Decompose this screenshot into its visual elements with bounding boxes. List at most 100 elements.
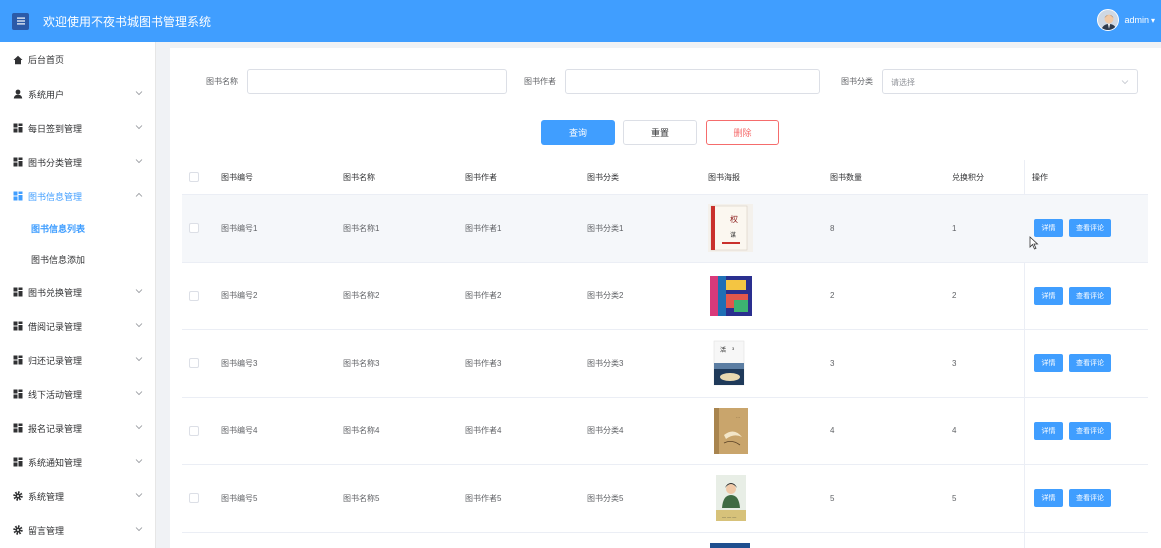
cell-book-quantity: 8 <box>830 223 835 233</box>
row-checkbox[interactable] <box>189 425 199 436</box>
chevron-down-icon <box>135 527 143 532</box>
chevron-down-icon <box>1121 80 1129 85</box>
sidebar-subitem-book-list[interactable]: 图书信息列表 <box>0 213 155 244</box>
menu-toggle-button[interactable] <box>12 12 29 30</box>
table-row[interactable]: 图书编号1 图书名称1 图书作者1 图书分类1 权 谋 8 1 详情 查看评论 <box>182 195 1148 263</box>
book-cover-4-icon: ··· <box>708 406 753 455</box>
sidebar-item-offline-events[interactable]: 线下活动管理 <box>0 377 155 411</box>
sidebar-item-label: 报名记录管理 <box>28 423 83 434</box>
view-comments-button[interactable]: 查看评论 <box>1069 489 1111 508</box>
sidebar-item-system-management[interactable]: 系统管理 <box>0 479 155 513</box>
row-checkbox[interactable] <box>189 290 199 301</box>
detail-button[interactable]: 详情 <box>1034 286 1063 305</box>
grid-icon <box>13 423 23 433</box>
cell-book-author: 图书作者2 <box>465 291 502 301</box>
user-menu[interactable]: admin ▾ <box>1097 9 1155 31</box>
cell-book-author: 图书作者5 <box>465 493 502 503</box>
book-category-select[interactable]: 请选择 <box>882 69 1138 94</box>
book-category-label: 图书分类 <box>841 77 873 86</box>
row-checkbox[interactable] <box>189 493 199 504</box>
sidebar-item-book-info[interactable]: 图书信息管理 <box>0 179 155 213</box>
sidebar-item-label: 系统管理 <box>28 491 65 502</box>
cell-book-code: 图书编号3 <box>221 358 258 368</box>
book-poster-image[interactable]: ··· <box>708 406 753 455</box>
sidebar-item-system-notice[interactable]: 系统通知管理 <box>0 445 155 479</box>
sidebar-item-home[interactable]: 后台首页 <box>0 42 155 77</box>
sidebar: 后台首页 系统用户 每日签到管理 图书分类管理 图书信息管理 图书信息列表 图书… <box>0 42 156 548</box>
sidebar-item-borrow-records[interactable]: 借阅记录管理 <box>0 309 155 343</box>
cell-book-code: 图书编号1 <box>221 223 258 233</box>
book-author-input[interactable] <box>565 69 820 94</box>
book-poster-image[interactable]: 权 谋 <box>708 204 753 253</box>
category-select-placeholder: 请选择 <box>891 78 915 87</box>
view-comments-button[interactable]: 查看评论 <box>1069 219 1111 238</box>
chevron-down-icon <box>135 391 143 396</box>
view-comments-button[interactable]: 查看评论 <box>1069 421 1111 440</box>
mouse-cursor-icon <box>1029 236 1039 250</box>
top-bar: 欢迎使用不夜书城图书管理系统 admin ▾ <box>0 0 1161 42</box>
grid-icon <box>13 123 23 133</box>
home-icon <box>13 55 23 65</box>
cell-book-author: 图书作者1 <box>465 223 502 233</box>
book-poster-image[interactable] <box>710 542 750 548</box>
cell-exchange-points: 5 <box>952 493 957 503</box>
sidebar-subitem-book-add[interactable]: 图书信息添加 <box>0 244 155 275</box>
chevron-down-icon <box>135 91 143 96</box>
username[interactable]: admin <box>1124 15 1149 25</box>
header-book-category: 图书分类 <box>587 172 619 182</box>
header-book-name: 图书名称 <box>343 172 375 182</box>
sidebar-item-system-users[interactable]: 系统用户 <box>0 77 155 111</box>
cell-book-category: 图书分类5 <box>587 493 624 503</box>
book-name-input[interactable] <box>247 69 507 94</box>
action-buttons: 查询 重置 删除 <box>170 120 1161 145</box>
sidebar-item-daily-checkin[interactable]: 每日签到管理 <box>0 111 155 145</box>
book-poster-image[interactable]: — — — <box>708 474 753 523</box>
book-poster-image[interactable] <box>708 271 753 320</box>
sidebar-item-book-category[interactable]: 图书分类管理 <box>0 145 155 179</box>
detail-button[interactable]: 详情 <box>1034 354 1063 373</box>
grid-icon <box>13 355 23 365</box>
grid-icon <box>13 287 23 297</box>
book-poster-image[interactable]: 活 3 <box>708 339 753 388</box>
sidebar-item-book-exchange[interactable]: 图书兑换管理 <box>0 275 155 309</box>
query-button[interactable]: 查询 <box>541 120 615 145</box>
chevron-down-icon <box>135 289 143 294</box>
grid-icon <box>13 191 23 201</box>
cell-book-quantity: 2 <box>830 291 835 301</box>
table-row[interactable]: 图书编号2 图书名称2 图书作者2 图书分类2 2 2 详情 查看评论 <box>182 263 1148 330</box>
table-row[interactable]: 图书编号4 图书名称4 图书作者4 图书分类4 ··· 4 4 详情 查看评论 <box>182 398 1148 465</box>
app-title: 欢迎使用不夜书城图书管理系统 <box>43 14 212 29</box>
row-checkbox[interactable] <box>189 223 199 234</box>
delete-button[interactable]: 删除 <box>706 120 779 145</box>
row-checkbox[interactable] <box>189 358 199 369</box>
sidebar-item-messages[interactable]: 留言管理 <box>0 513 155 547</box>
reset-button[interactable]: 重置 <box>623 120 697 145</box>
svg-text:活: 活 <box>720 346 726 354</box>
cell-book-quantity: 3 <box>830 358 835 368</box>
view-comments-button[interactable]: 查看评论 <box>1069 354 1111 373</box>
sidebar-item-return-records[interactable]: 归还记录管理 <box>0 343 155 377</box>
detail-button[interactable]: 详情 <box>1034 421 1063 440</box>
cell-book-quantity: 5 <box>830 493 835 503</box>
search-form: 图书名称 图书作者 图书分类 请选择 <box>170 69 1161 94</box>
table-row[interactable]: 图书编号3 图书名称3 图书作者3 图书分类3 活 3 3 3 详情 查看评论 <box>182 330 1148 398</box>
detail-button[interactable]: 详情 <box>1034 489 1063 508</box>
sidebar-item-signup-records[interactable]: 报名记录管理 <box>0 411 155 445</box>
cell-book-code: 图书编号2 <box>221 291 258 301</box>
table-row[interactable]: 图书编号5 图书名称5 图书作者5 图书分类5 — — — 5 5 详情 查看评… <box>182 465 1148 533</box>
table-row[interactable] <box>182 533 1148 548</box>
view-comments-button[interactable]: 查看评论 <box>1069 286 1111 305</box>
chevron-down-icon <box>135 459 143 464</box>
chevron-down-icon[interactable]: ▾ <box>1151 16 1155 25</box>
detail-button[interactable]: 详情 <box>1034 219 1063 238</box>
cell-book-name: 图书名称4 <box>343 426 380 436</box>
svg-text:权: 权 <box>730 214 738 224</box>
cell-book-code: 图书编号5 <box>221 493 258 503</box>
cell-exchange-points: 4 <box>952 426 957 436</box>
cell-book-author: 图书作者3 <box>465 358 502 368</box>
header-exchange-points: 兑换积分 <box>952 172 984 182</box>
sidebar-item-label: 系统用户 <box>28 89 65 100</box>
select-all-checkbox[interactable] <box>189 172 199 182</box>
cell-book-name: 图书名称3 <box>343 358 380 368</box>
avatar[interactable] <box>1097 9 1120 31</box>
